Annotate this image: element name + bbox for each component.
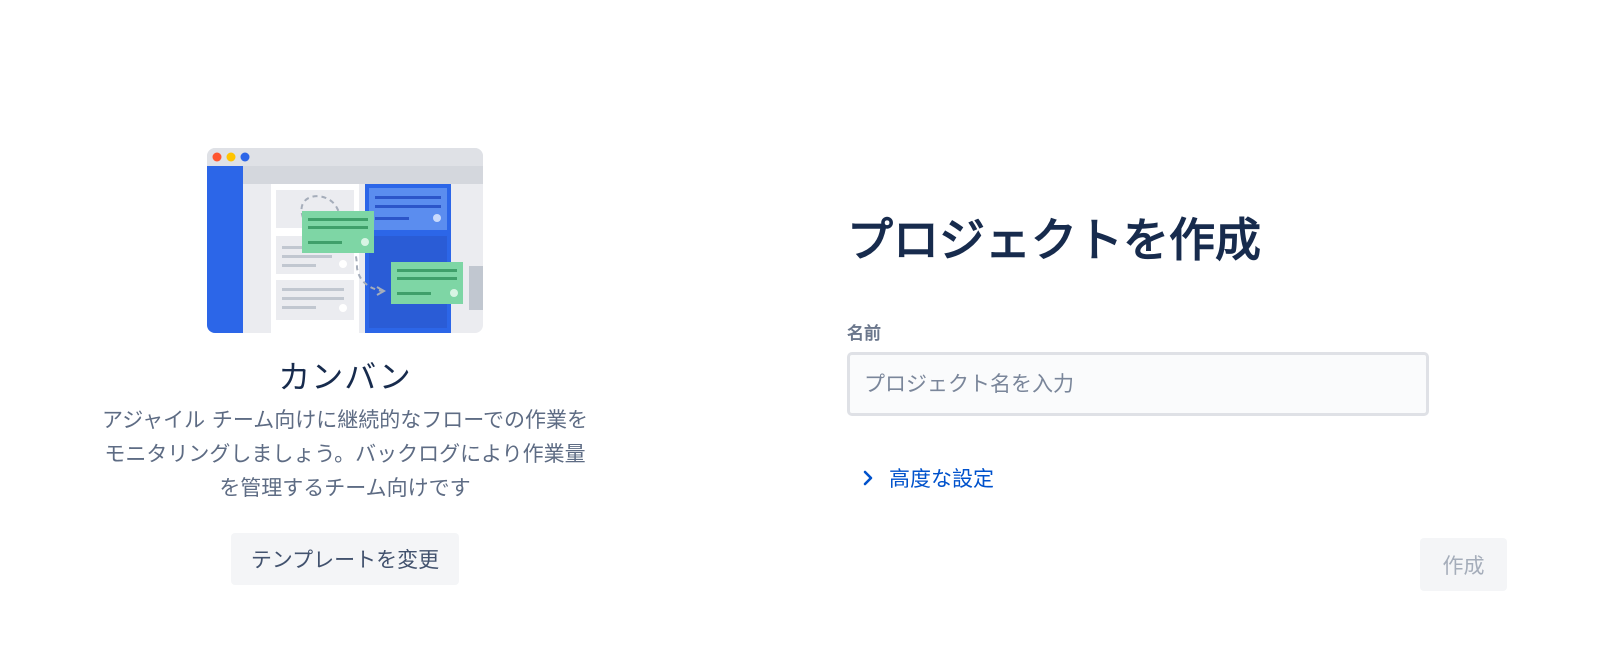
create-project-form: プロジェクトを作成 名前 高度な設定 作成 [847, 0, 1547, 671]
project-name-input[interactable] [847, 352, 1429, 416]
template-name: カンバン [278, 358, 412, 396]
page-title: プロジェクトを作成 [847, 213, 1261, 267]
kanban-board-illustration [207, 148, 483, 333]
create-project-page: カンバン アジャイル チーム向けに継続的なフローでの作業をモニタリングしましょう… [0, 0, 1600, 671]
name-label: 名前 [847, 324, 881, 344]
template-description: アジャイル チーム向けに継続的なフローでの作業をモニタリングしましょう。バックロ… [102, 408, 588, 500]
chevron-right-icon [863, 470, 873, 486]
change-template-button[interactable]: テンプレートを変更 [230, 533, 460, 585]
create-button[interactable]: 作成 [1420, 538, 1507, 591]
template-panel: カンバン アジャイル チーム向けに継続的なフローでの作業をモニタリングしましょう… [95, 148, 595, 585]
advanced-settings-label: 高度な設定 [889, 467, 994, 491]
advanced-settings-toggle[interactable]: 高度な設定 [859, 463, 994, 493]
